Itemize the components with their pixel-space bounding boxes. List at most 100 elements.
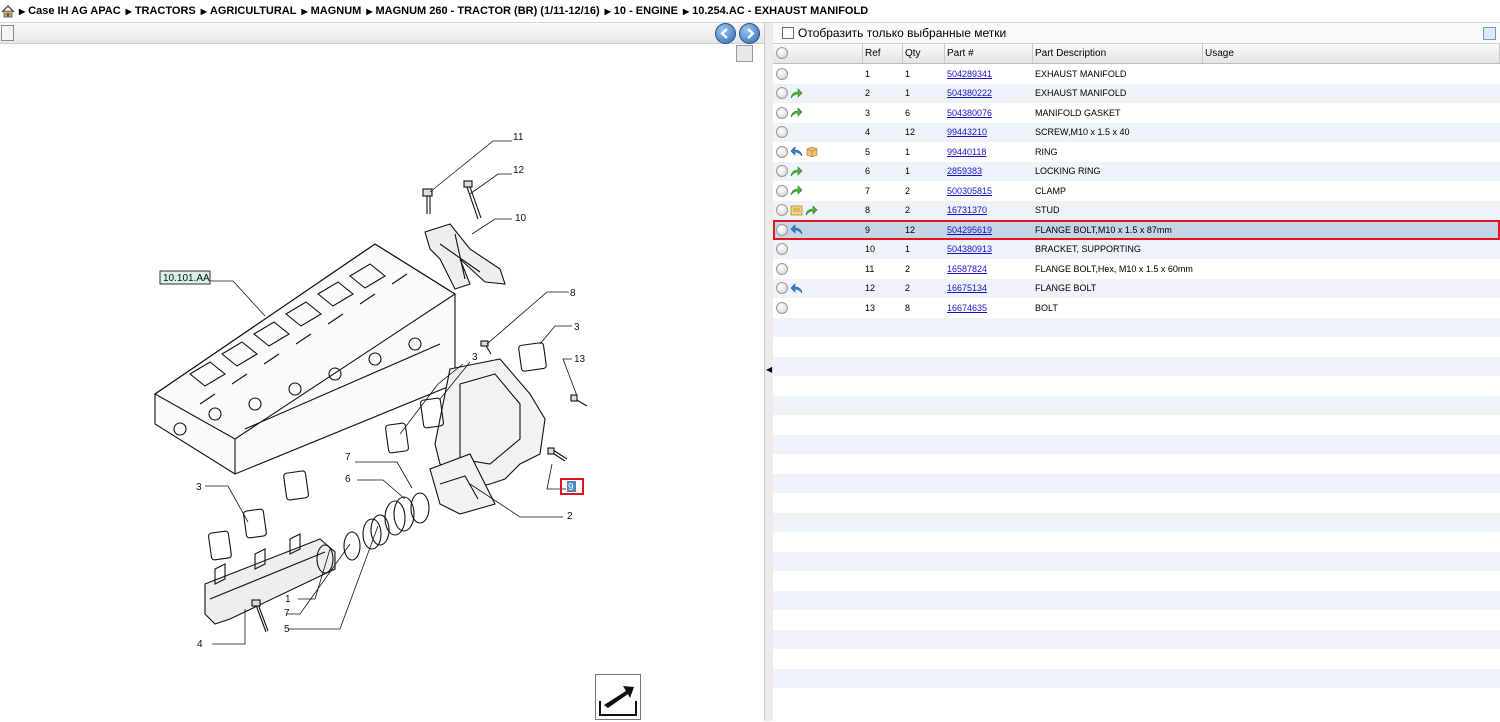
part-number-link[interactable]: 504380076 <box>947 108 992 118</box>
previous-button[interactable] <box>715 23 736 44</box>
table-row[interactable]: 9 12 504295619 FLANGE BOLT,M10 x 1.5 x 87mm <box>773 220 1500 240</box>
table-row[interactable]: 3 6 504380076 MANIFOLD GASKET <box>773 103 1500 123</box>
part-number-link[interactable]: 16675134 <box>947 283 987 293</box>
plus-circle-icon[interactable] <box>776 145 788 158</box>
table-row[interactable]: 5 1 99440118 RING <box>773 142 1500 162</box>
part-number-link[interactable]: 16587824 <box>947 264 987 274</box>
ref-cell: 8 <box>865 205 871 216</box>
part-number-link[interactable]: 2859383 <box>947 166 982 176</box>
callout-label[interactable]: 1 <box>285 594 291 605</box>
callout-label[interactable]: 3 <box>196 482 202 493</box>
callout-label[interactable]: 8 <box>570 288 576 299</box>
row-controls <box>773 145 863 158</box>
plus-circle-icon[interactable] <box>776 223 788 236</box>
row-controls <box>773 223 863 236</box>
plus-circle-icon[interactable] <box>776 126 788 139</box>
part-number-link[interactable]: 99440118 <box>947 147 986 157</box>
next-sheet-icon[interactable] <box>595 674 641 720</box>
part-number-link[interactable]: 16674635 <box>947 303 987 313</box>
table-row[interactable]: 8 2 16731370 STUD <box>773 200 1500 220</box>
qty-cell: 1 <box>905 88 911 99</box>
table-row[interactable]: 1 1 504289341 EXHAUST MANIFOLD <box>773 64 1500 84</box>
part-number-link[interactable]: 504295619 <box>947 225 992 235</box>
expand-all-icon[interactable] <box>776 47 788 60</box>
table-row[interactable]: 7 2 500305815 CLAMP <box>773 181 1500 201</box>
arrow-forward-green-icon[interactable] <box>790 166 803 177</box>
part-number-link[interactable]: 504289341 <box>947 69 992 79</box>
callout-label[interactable]: 4 <box>197 639 203 650</box>
plus-circle-icon[interactable] <box>776 301 788 314</box>
package-icon[interactable] <box>805 146 818 158</box>
note-icon[interactable] <box>790 205 803 216</box>
column-header[interactable]: Usage <box>1203 44 1500 63</box>
plus-circle-icon[interactable] <box>776 184 788 197</box>
column-header[interactable]: Ref <box>863 44 903 63</box>
breadcrumb-item[interactable]: ▶ 10 - ENGINE <box>605 5 678 17</box>
callout-label[interactable]: 11 <box>513 132 524 143</box>
arrow-back-blue-icon[interactable] <box>790 224 803 235</box>
plus-circle-icon[interactable] <box>776 106 788 119</box>
empty-row <box>773 629 1500 649</box>
callout-label[interactable]: 6 <box>345 474 351 485</box>
callout-label[interactable]: 5 <box>284 624 290 635</box>
collapse-icon[interactable]: ◀ <box>766 365 772 374</box>
callout-label[interactable]: 3 <box>472 352 478 363</box>
column-header[interactable]: Part Description <box>1033 44 1203 63</box>
arrow-forward-green-icon[interactable] <box>805 205 818 216</box>
arrow-back-blue-icon[interactable] <box>790 283 803 294</box>
table-row[interactable]: 13 8 16674635 BOLT <box>773 298 1500 318</box>
ref-tag[interactable]: 10.101.AA <box>159 270 211 285</box>
description-cell: FLANGE BOLT <box>1035 283 1097 294</box>
arrow-forward-green-icon[interactable] <box>790 107 803 118</box>
table-row[interactable]: 10 1 504380913 BRACKET, SUPPORTING <box>773 239 1500 259</box>
arrow-up-right-icon <box>599 686 637 716</box>
plus-circle-icon[interactable] <box>776 262 788 275</box>
callout-label[interactable]: 13 <box>574 354 586 365</box>
show-selected-checkbox[interactable] <box>782 27 794 39</box>
part-number-link[interactable]: 504380222 <box>947 88 992 98</box>
qty-cell: 1 <box>905 68 911 79</box>
callout-label[interactable]: 7 <box>345 452 351 463</box>
part-number-link[interactable]: 504380913 <box>947 244 992 254</box>
select-all-header[interactable] <box>773 44 863 63</box>
callout-label[interactable]: 12 <box>513 165 525 176</box>
grid-settings-icon[interactable] <box>1483 27 1496 40</box>
arrow-forward-green-icon[interactable] <box>790 88 803 99</box>
table-row[interactable]: 2 1 504380222 EXHAUST MANIFOLD <box>773 83 1500 103</box>
table-row[interactable]: 4 12 99443210 SCREW,M10 x 1.5 x 40 <box>773 122 1500 142</box>
breadcrumb-item[interactable]: ▶ MAGNUM <box>301 5 361 17</box>
arrow-back-blue-icon[interactable] <box>790 146 803 157</box>
breadcrumb-item[interactable]: ▶ AGRICULTURAL <box>201 5 297 17</box>
table-row[interactable]: 12 2 16675134 FLANGE BOLT <box>773 278 1500 298</box>
part-number-link[interactable]: 500305815 <box>947 186 992 196</box>
plus-circle-icon[interactable] <box>776 67 788 80</box>
column-header[interactable]: Part # <box>945 44 1033 63</box>
part-number-link[interactable]: 16731370 <box>947 205 987 215</box>
qty-cell: 1 <box>905 244 911 255</box>
callout-label[interactable]: 2 <box>567 511 573 522</box>
bracket-illustration <box>424 223 506 290</box>
callout-label[interactable]: 10 <box>515 213 527 224</box>
breadcrumb-item[interactable]: ▶ Case IH AG APAC <box>19 5 121 17</box>
expand-icon[interactable] <box>1 25 14 41</box>
column-header[interactable]: Qty <box>903 44 945 63</box>
table-row[interactable]: 11 2 16587824 FLANGE BOLT,Hex, M10 x 1.5 x … <box>773 259 1500 279</box>
plus-circle-icon[interactable] <box>776 243 788 256</box>
plus-circle-icon[interactable] <box>776 204 788 217</box>
callout-label[interactable]: 3 <box>574 322 580 333</box>
plus-circle-icon[interactable] <box>776 282 788 295</box>
selected-callout[interactable]: 9 <box>560 478 584 495</box>
table-row[interactable]: 6 1 2859383 LOCKING RING <box>773 161 1500 181</box>
plus-circle-icon[interactable] <box>776 87 788 100</box>
home-icon[interactable] <box>1 4 15 18</box>
part-number-link[interactable]: 99443210 <box>947 127 987 137</box>
exploded-parts-diagram: 11 12 10 8 3 13 3 7 6 2 3 1 7 5 4 10.101… <box>153 132 588 650</box>
breadcrumb-item[interactable]: ▶ 10.254.AC - EXHAUST MANIFOLD <box>683 5 868 17</box>
breadcrumb-item[interactable]: ▶ MAGNUM 260 - TRACTOR (BR) (1/11-12/16) <box>366 5 599 17</box>
arrow-forward-green-icon[interactable] <box>790 185 803 196</box>
row-controls <box>773 67 863 80</box>
plus-circle-icon[interactable] <box>776 165 788 178</box>
breadcrumb-item[interactable]: ▶ TRACTORS <box>126 5 196 17</box>
next-button[interactable] <box>739 23 760 44</box>
callout-label[interactable]: 7 <box>284 608 290 619</box>
